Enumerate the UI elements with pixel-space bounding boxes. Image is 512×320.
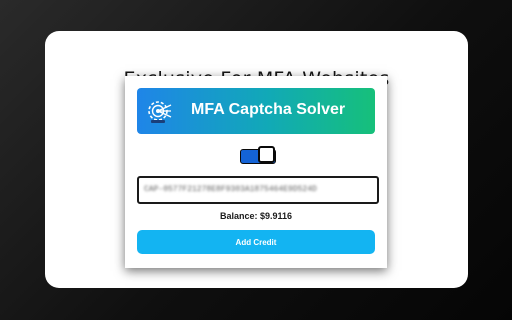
- toggle-knob[interactable]: [258, 146, 275, 163]
- extension-title: MFA Captcha Solver: [191, 101, 346, 118]
- balance-text: Balance: $9.9116: [219, 211, 293, 221]
- add-credit-button[interactable]: Add Credit: [137, 230, 375, 254]
- extension-popup: MFA Captcha Solver CAP-0577F21278E8F9303…: [125, 76, 387, 268]
- api-key-value: CAP-0577F21278E8F9303A1875464E9D524D: [144, 185, 317, 194]
- extension-banner: MFA Captcha Solver: [137, 88, 375, 134]
- gear-arrow-icon: [148, 101, 172, 123]
- enable-toggle[interactable]: [240, 146, 276, 164]
